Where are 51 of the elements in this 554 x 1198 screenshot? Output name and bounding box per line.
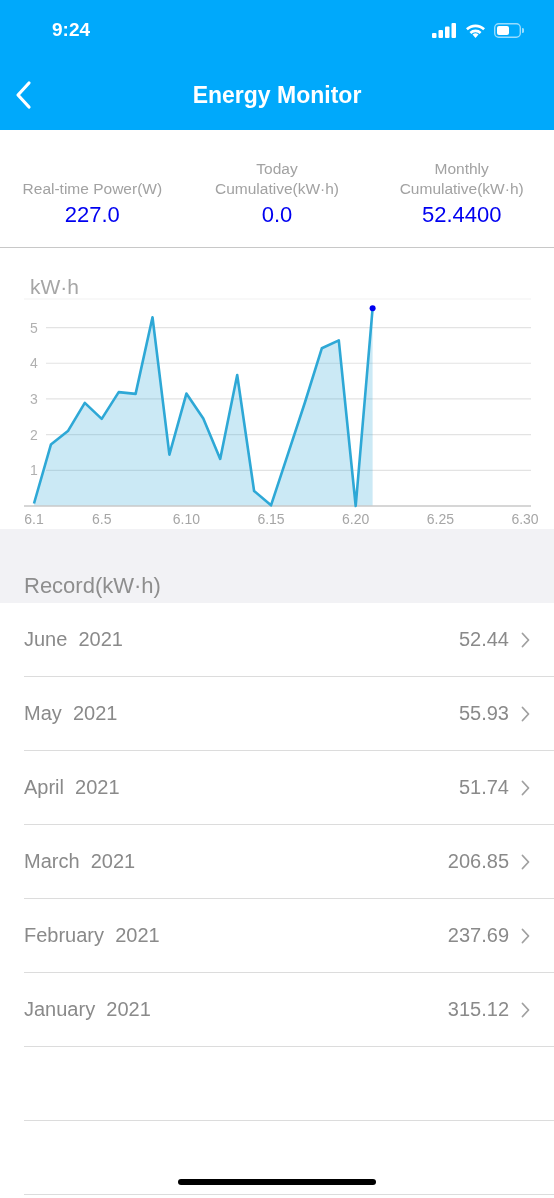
y-tick-label: 4 <box>30 355 38 372</box>
x-tick-label: 6.15 <box>257 511 285 527</box>
month-label: February 2021 <box>24 924 161 947</box>
month-label: June 2021 <box>24 628 124 651</box>
stat-label: Today Cumulative(kW·h) <box>214 159 340 199</box>
wifi-icon <box>465 22 486 38</box>
battery-icon <box>494 22 524 38</box>
stat-label: Real-time Power(W) <box>22 179 163 199</box>
y-tick-label: 3 <box>30 390 38 407</box>
chevron-right-icon <box>521 1001 530 1018</box>
y-tick-label: 5 <box>30 319 38 336</box>
record-row[interactable]: January 2021 315.12 <box>24 973 554 1047</box>
record-row[interactable]: April 2021 51.74 <box>24 751 554 825</box>
y-tick-label: 2 <box>30 426 38 443</box>
stat-value: 227.0 <box>64 202 120 228</box>
record-value: 52.44 <box>458 628 509 651</box>
record-value: 55.93 <box>458 702 509 725</box>
record-row[interactable]: February 2021 237.69 <box>24 899 554 973</box>
x-tick-label: 6.30 <box>511 511 539 527</box>
month-label: January 2021 <box>24 998 152 1021</box>
x-tick-label: 6.25 <box>426 511 454 527</box>
record-row[interactable]: May 2021 55.93 <box>24 677 554 751</box>
signal-icon <box>432 22 457 38</box>
data-point <box>369 305 376 312</box>
month-label: May 2021 <box>24 702 119 725</box>
stat-value: 0.0 <box>261 202 293 228</box>
record-value: 315.12 <box>447 998 509 1021</box>
section-title: Record(kW·h) <box>24 573 161 599</box>
stat-label: Monthly Cumulative(kW·h) <box>398 159 525 199</box>
chevron-right-icon <box>521 853 530 870</box>
x-tick-label: 6.5 <box>92 511 112 527</box>
record-row[interactable]: March 2021 206.85 <box>24 825 554 899</box>
screen-title: Energy Monitor <box>192 81 362 109</box>
record-value: 237.69 <box>447 924 509 947</box>
record-value: 206.85 <box>447 850 509 873</box>
chevron-right-icon <box>521 779 530 796</box>
record-row[interactable]: June 2021 52.44 <box>24 603 554 677</box>
chevron-right-icon <box>521 705 530 722</box>
chevron-left-icon <box>14 80 32 110</box>
axis-unit-label: kW·h <box>30 275 79 298</box>
month-label: March 2021 <box>24 850 137 873</box>
status-time: 9:24 <box>52 19 91 41</box>
x-tick-label: 6.10 <box>172 511 200 527</box>
chevron-right-icon <box>521 631 530 648</box>
month-label: April 2021 <box>24 776 121 799</box>
x-tick-label: 6.20 <box>342 511 370 527</box>
y-tick-label: 1 <box>30 462 38 479</box>
chevron-right-icon <box>521 927 530 944</box>
stat-value: 52.4400 <box>421 202 502 228</box>
record-value: 51.74 <box>458 776 509 799</box>
x-tick-label: 6.1 <box>24 511 44 527</box>
